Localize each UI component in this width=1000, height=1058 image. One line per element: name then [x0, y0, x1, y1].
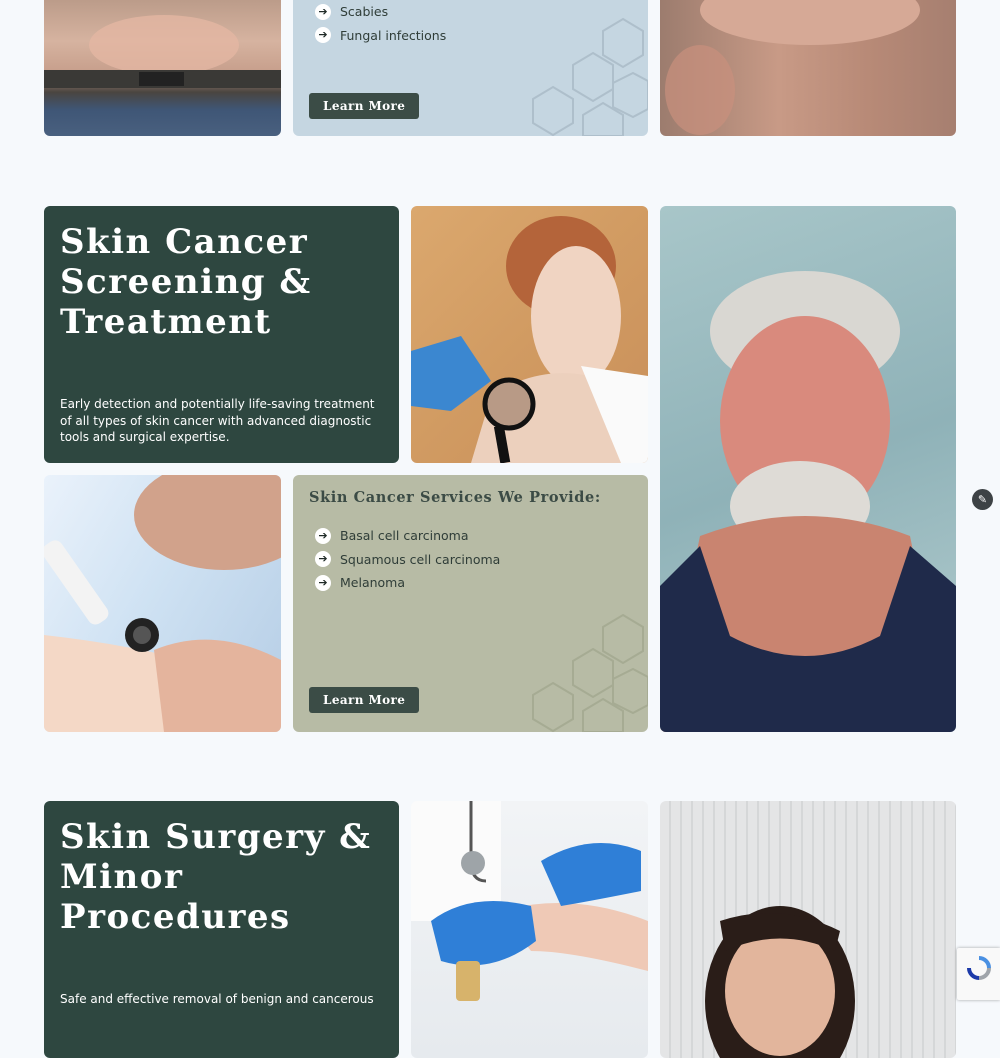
- gloved-hand-exam-photo: [411, 801, 648, 1058]
- list-item: ➔ Melanoma: [315, 571, 500, 595]
- skin-cancer-services-card: Skin Cancer Services We Provide: ➔ Basal …: [293, 475, 648, 732]
- elderly-man-photo: [660, 206, 956, 732]
- list-item-label: Basal cell carcinoma: [340, 528, 469, 544]
- skin-cancer-intro-card: Skin Cancer Screening & Treatment Early …: [44, 206, 399, 463]
- list-item-label: Scabies: [340, 4, 389, 20]
- section-description: Safe and effective removal of benign and…: [60, 992, 374, 1006]
- recaptcha-badge[interactable]: [957, 948, 1000, 1000]
- list-item-label: Squamous cell carcinoma: [340, 551, 501, 567]
- dermatoscope-exam-photo: [44, 475, 281, 732]
- magnifier-skin-check-photo: [411, 206, 648, 463]
- section-title: Skin Surgery & Minor Procedures: [60, 817, 372, 937]
- arrow-right-icon: ➔: [315, 3, 331, 20]
- pencil-icon: ✎: [977, 493, 988, 506]
- recaptcha-icon: [967, 956, 991, 980]
- top-services-card: ➔ Scabies ➔ Fungal infections Learn More: [293, 0, 648, 136]
- skin-surgery-intro-card: Skin Surgery & Minor Procedures Safe and…: [44, 801, 399, 1058]
- smiling-woman-photo: [660, 801, 956, 1058]
- arrow-right-icon: ➔: [315, 574, 331, 591]
- services-heading: Skin Cancer Services We Provide:: [309, 489, 601, 506]
- learn-more-button[interactable]: Learn More: [309, 93, 420, 119]
- top-services-list: ➔ Scabies ➔ Fungal infections: [315, 0, 446, 47]
- section-description: Early detection and potentially life-sav…: [60, 397, 375, 444]
- neck-rash-photo: [660, 0, 956, 136]
- arrow-right-icon: ➔: [315, 527, 331, 544]
- arrow-right-icon: ➔: [315, 551, 331, 568]
- list-item-label: Fungal infections: [340, 27, 447, 43]
- list-item: ➔ Fungal infections: [315, 24, 446, 48]
- list-item: ➔ Basal cell carcinoma: [315, 524, 500, 548]
- section-title: Skin Cancer Screening & Treatment: [60, 222, 312, 342]
- list-item: ➔ Scabies: [315, 0, 446, 24]
- skin-cancer-services-list: ➔ Basal cell carcinoma ➔ Squamous cell car…: [315, 524, 500, 595]
- hexagon-pattern-icon: [532, 613, 648, 732]
- edit-button[interactable]: ✎: [972, 489, 993, 510]
- arrow-right-icon: ➔: [315, 27, 331, 44]
- list-item: ➔ Squamous cell carcinoma: [315, 548, 500, 572]
- learn-more-button[interactable]: Learn More: [309, 687, 420, 713]
- list-item-label: Melanoma: [340, 575, 406, 591]
- hand-rash-photo: [44, 0, 281, 136]
- hexagon-pattern-icon: [532, 17, 648, 136]
